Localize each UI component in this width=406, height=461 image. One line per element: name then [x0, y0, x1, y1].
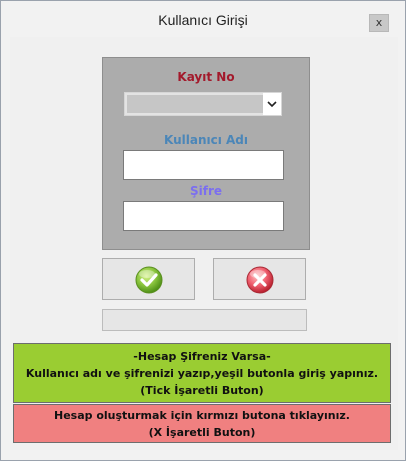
record-number-select[interactable] — [124, 92, 282, 116]
password-label: Şifre — [189, 184, 223, 198]
red-x-icon — [246, 266, 274, 294]
signup-info-hint: (X İşaretli Buton) — [148, 426, 256, 439]
username-input[interactable] — [123, 150, 284, 180]
login-window: Kullanıcı Girişi x Kayıt No Kullanıcı Ad… — [0, 0, 406, 461]
login-info-box: -Hesap Şifreniz Varsa- Kullanıcı adı ve … — [13, 343, 391, 403]
login-panel: Kayıt No Kullanıcı Adı Şifre — [102, 57, 310, 250]
login-info-hint: (Tick İşaretli Buton) — [140, 384, 264, 397]
green-check-icon — [135, 266, 163, 294]
login-info-heading: -Hesap Şifreniz Varsa- — [133, 350, 271, 363]
signup-info-text: Hesap oluşturmak için kırmızı butona tık… — [54, 409, 350, 422]
create-account-button[interactable] — [213, 258, 306, 300]
record-number-label: Kayıt No — [177, 70, 235, 84]
client-area: Kayıt No Kullanıcı Adı Şifre -Hesap Şifr… — [10, 37, 398, 450]
login-button[interactable] — [102, 258, 195, 300]
username-label: Kullanıcı Adı — [163, 133, 248, 147]
password-input[interactable] — [123, 201, 284, 231]
close-button[interactable]: x — [369, 14, 389, 32]
record-number-value — [127, 95, 263, 113]
login-info-text: Kullanıcı adı ve şifrenizi yazıp,yeşil b… — [25, 367, 379, 380]
window-title: Kullanıcı Girişi — [158, 12, 248, 28]
chevron-down-icon[interactable] — [263, 93, 281, 115]
signup-info-box: Hesap oluşturmak için kırmızı butona tık… — [13, 404, 391, 443]
title-bar[interactable]: Kullanıcı Girişi x — [1, 1, 405, 37]
progress-bar — [102, 309, 307, 331]
